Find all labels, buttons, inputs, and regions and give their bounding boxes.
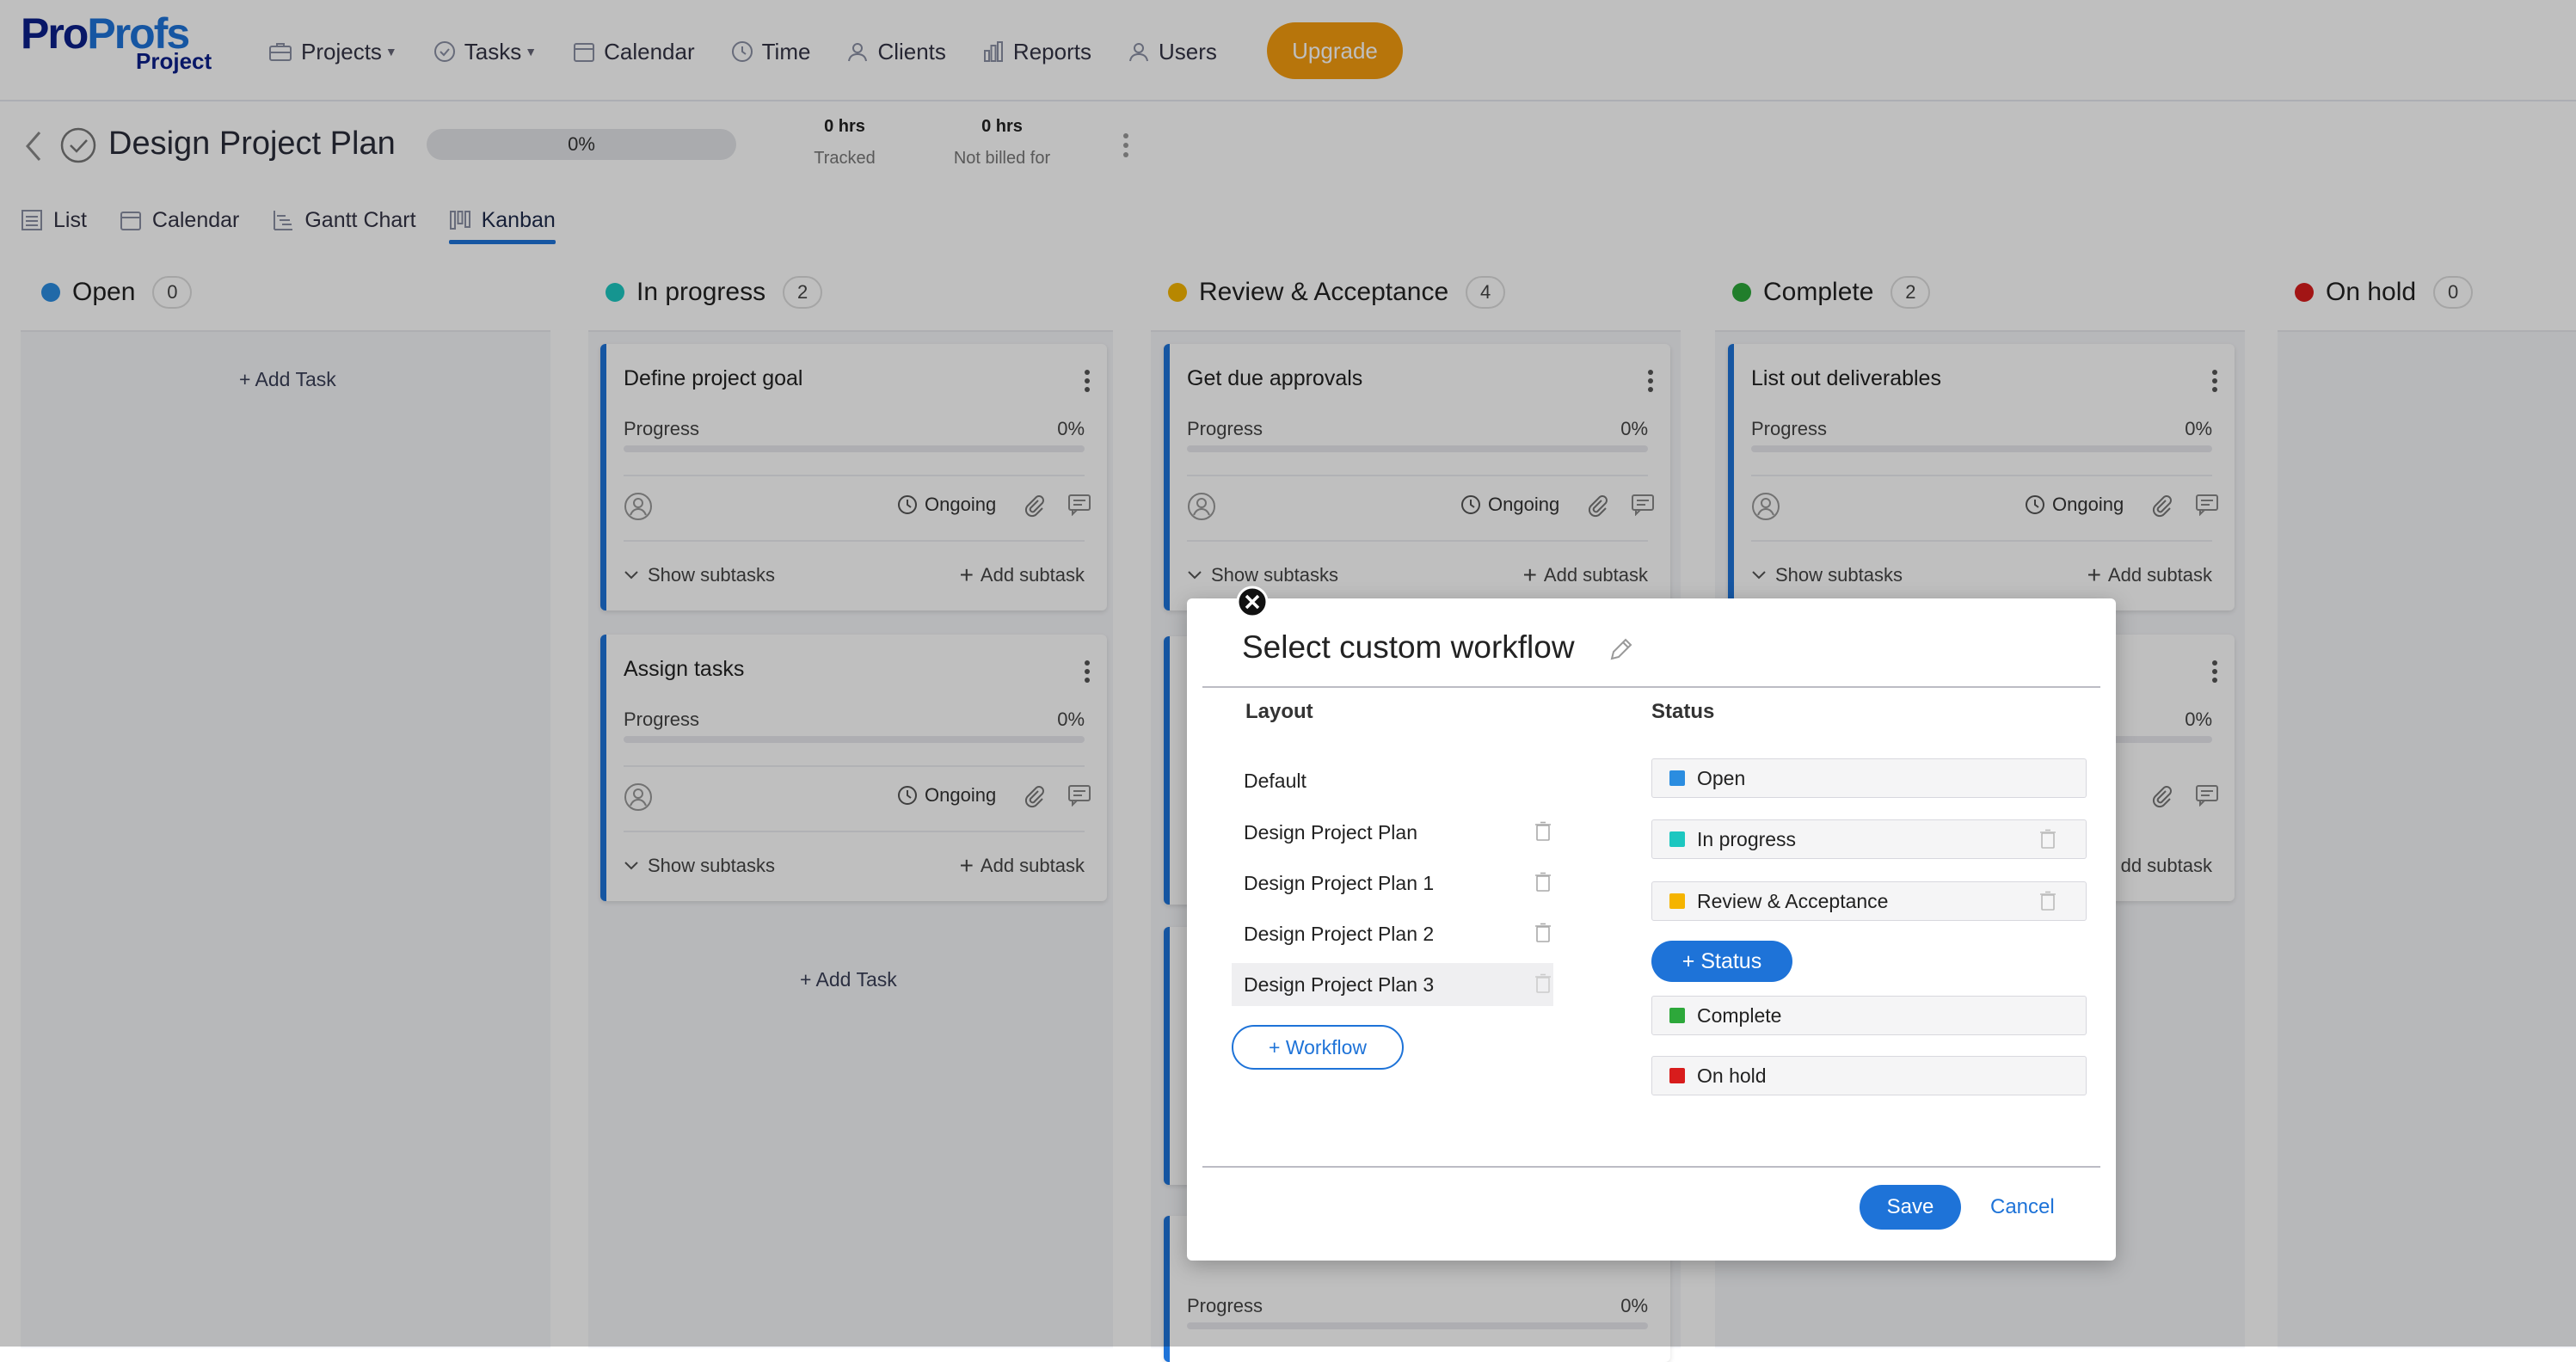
status-row-complete[interactable]: Complete	[1651, 996, 2087, 1035]
status-name: Review & Acceptance	[1697, 889, 1889, 912]
layout-item-label: Design Project Plan 2	[1244, 922, 1435, 945]
status-row-on-hold[interactable]: On hold	[1651, 1056, 2087, 1095]
status-color-swatch	[1669, 770, 1685, 786]
pencil-icon[interactable]	[1608, 636, 1634, 662]
select-custom-workflow-dialog: Select custom workflow Layout Status Def…	[1187, 598, 2116, 1261]
trash-icon[interactable]	[1534, 973, 1552, 994]
layout-item-label: Default	[1244, 769, 1306, 792]
status-name: On hold	[1697, 1064, 1767, 1087]
add-status-button[interactable]: + Status	[1651, 941, 1792, 982]
layout-item-label: Design Project Plan 3	[1244, 972, 1435, 996]
layout-column-header: Layout	[1245, 700, 1313, 723]
status-color-swatch	[1669, 893, 1685, 909]
layout-item[interactable]: Design Project Plan 1	[1232, 862, 1553, 905]
status-name: In progress	[1697, 827, 1797, 850]
status-column-header: Status	[1651, 700, 1715, 723]
trash-icon[interactable]	[2039, 829, 2056, 850]
status-row-open[interactable]: Open	[1651, 758, 2087, 798]
trash-icon[interactable]	[2039, 891, 2056, 911]
trash-icon[interactable]	[1534, 923, 1552, 943]
layout-item-label: Design Project Plan 1	[1244, 871, 1435, 894]
layout-item-default[interactable]: Default	[1232, 759, 1553, 802]
layout-item-label: Design Project Plan	[1244, 820, 1417, 844]
status-row-in-progress[interactable]: In progress	[1651, 819, 2087, 859]
close-icon[interactable]	[1235, 585, 1270, 619]
layout-item[interactable]: Design Project Plan 2	[1232, 912, 1553, 955]
status-color-swatch	[1669, 1068, 1685, 1083]
cancel-button[interactable]: Cancel	[1990, 1185, 2055, 1230]
divider	[1202, 686, 2100, 688]
status-name: Open	[1697, 766, 1746, 789]
status-color-swatch	[1669, 1008, 1685, 1023]
save-button[interactable]: Save	[1860, 1185, 1961, 1230]
dialog-title: Select custom workflow	[1242, 629, 1575, 665]
status-row-review[interactable]: Review & Acceptance	[1651, 881, 2087, 921]
trash-icon[interactable]	[1534, 872, 1552, 893]
status-name: Complete	[1697, 1003, 1782, 1027]
divider	[1202, 1166, 2100, 1168]
trash-icon[interactable]	[1534, 821, 1552, 842]
layout-item[interactable]: Design Project Plan	[1232, 811, 1553, 854]
status-color-swatch	[1669, 831, 1685, 847]
add-workflow-button[interactable]: + Workflow	[1232, 1025, 1404, 1070]
layout-item-selected[interactable]: Design Project Plan 3	[1232, 963, 1553, 1006]
